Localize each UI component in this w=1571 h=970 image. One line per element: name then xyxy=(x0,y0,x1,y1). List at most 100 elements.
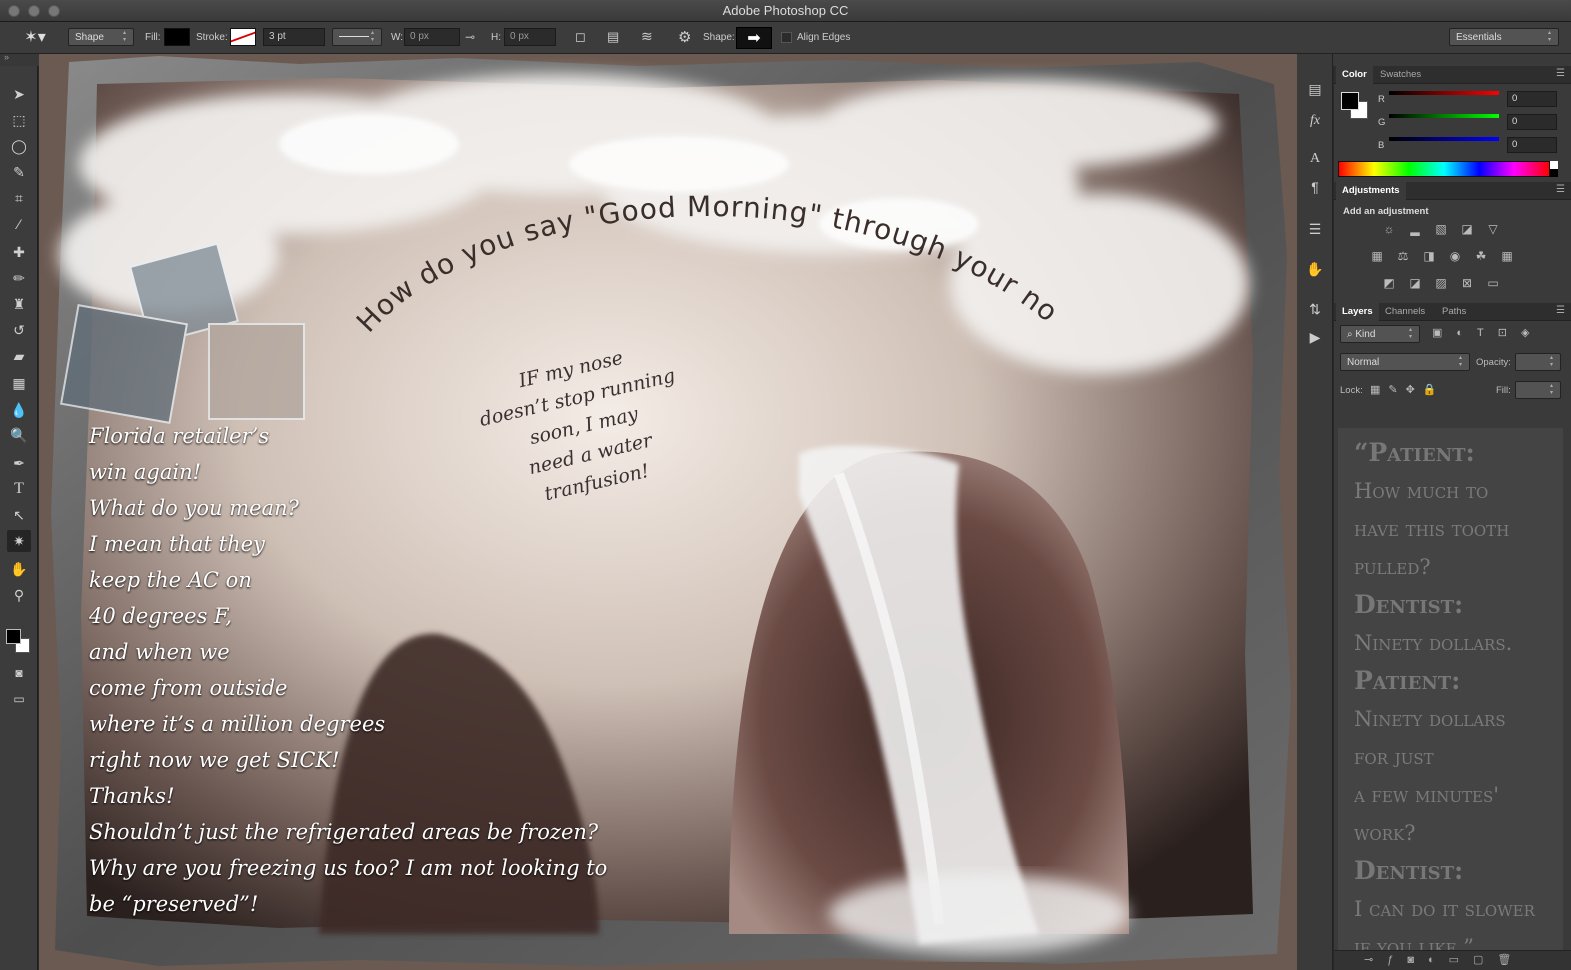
link-icon[interactable]: ⊸ xyxy=(465,30,475,44)
fill-field[interactable] xyxy=(1515,381,1561,399)
curves-icon[interactable]: ▧ xyxy=(1432,222,1450,238)
panel-menu-icon[interactable]: ☰ xyxy=(1556,184,1565,195)
marquee-tool-icon[interactable]: ⬚ xyxy=(7,109,31,131)
brightness-contrast-icon[interactable]: ☼ xyxy=(1380,222,1398,238)
hue-saturation-icon[interactable]: ▦ xyxy=(1368,249,1386,265)
lasso-tool-icon[interactable]: ◯ xyxy=(7,135,31,157)
left-note-line: keep the AC on xyxy=(89,568,252,592)
r-value[interactable]: 0 xyxy=(1507,91,1557,107)
document-canvas[interactable]: How do you say "Good Morning" through yo… xyxy=(39,54,1297,970)
layer-filter-icons[interactable]: ▣◐T⊡◈ xyxy=(1432,326,1543,339)
r-slider[interactable] xyxy=(1389,91,1499,95)
screen-mode-icon[interactable]: ▭ xyxy=(7,688,31,710)
custom-shape-tool-icon[interactable]: ✷ xyxy=(7,530,31,552)
move-tool-icon[interactable]: ➤ xyxy=(7,83,31,105)
channel-mixer-icon[interactable]: ☘ xyxy=(1472,249,1490,265)
styles-panel-icon[interactable]: fx xyxy=(1303,110,1327,132)
black-white-icon[interactable]: ◨ xyxy=(1420,249,1438,265)
layer-preview-line: Patient: xyxy=(1354,666,1461,695)
posterize-icon[interactable]: ◪ xyxy=(1406,276,1424,292)
foreground-color-swatch[interactable] xyxy=(6,629,21,644)
eyedropper-tool-icon[interactable]: ⁄ xyxy=(7,213,31,235)
panel-menu-icon[interactable]: ☰ xyxy=(1556,68,1565,79)
left-note-line: be “preserved”! xyxy=(89,892,259,916)
shape-picker[interactable]: ➡ xyxy=(736,27,772,49)
healing-brush-tool-icon[interactable]: ✚ xyxy=(7,241,31,263)
align-edges-checkbox[interactable] xyxy=(781,32,792,43)
tool-preset-icon[interactable]: ✶▾ xyxy=(20,27,50,47)
layer-kind-filter[interactable]: ⌕ Kind xyxy=(1340,325,1420,343)
b-slider[interactable] xyxy=(1389,137,1499,141)
blend-mode-select[interactable]: Normal xyxy=(1340,353,1470,371)
color-spectrum-bar[interactable] xyxy=(1338,161,1550,177)
clone-source-panel-icon[interactable]: ⇅ xyxy=(1303,298,1327,320)
b-value[interactable]: 0 xyxy=(1507,137,1557,153)
properties-panel-icon[interactable]: ☰ xyxy=(1303,218,1327,240)
collapsed-panel-dock: ▤ fx A ¶ ☰ ✋ ⇅ ▶ xyxy=(1297,54,1333,970)
tab-adjustments[interactable]: Adjustments xyxy=(1336,182,1406,200)
mode-select[interactable]: Shape xyxy=(68,28,134,46)
black-white-chip[interactable] xyxy=(1550,161,1558,177)
gear-icon[interactable]: ⚙ xyxy=(678,28,691,46)
brush-presets-panel-icon[interactable]: ✋ xyxy=(1303,258,1327,280)
levels-icon[interactable]: ▂ xyxy=(1406,222,1424,238)
zoom-tool-icon[interactable]: ⚲ xyxy=(7,584,31,606)
fill-swatch[interactable] xyxy=(164,28,190,46)
tab-swatches[interactable]: Swatches xyxy=(1380,69,1421,80)
stroke-width-field[interactable]: 3 pt xyxy=(263,28,325,46)
layer-actions-icons[interactable]: ⊸ƒ◙◐▭▢🗑 xyxy=(1364,953,1525,966)
eraser-tool-icon[interactable]: ▰ xyxy=(7,345,31,367)
character-panel-icon[interactable]: A xyxy=(1303,148,1327,170)
gradient-map-icon[interactable]: ▭ xyxy=(1484,276,1502,292)
path-select-tool-icon[interactable]: ↖ xyxy=(7,504,31,526)
quick-mask-icon[interactable]: ◙ xyxy=(7,662,31,684)
color-balance-icon[interactable]: ⚖ xyxy=(1394,249,1412,265)
quick-select-tool-icon[interactable]: ✎ xyxy=(7,161,31,183)
invert-icon[interactable]: ◩ xyxy=(1380,276,1398,292)
layers-list[interactable]: “Patient: How much to have this tooth pulle… xyxy=(1338,428,1563,962)
tools-panel: ➤ ⬚ ◯ ✎ ⌗ ⁄ ✚ ✏ ♜ ↺ ▰ ▦ 💧 🔍 ✒ T ↖ ✷ ✋ ⚲ … xyxy=(0,66,38,970)
g-value[interactable]: 0 xyxy=(1507,114,1557,130)
stroke-type-select[interactable] xyxy=(332,28,382,46)
expand-toolbar-icon[interactable]: » xyxy=(4,52,9,62)
fill-label: Fill: xyxy=(145,32,161,43)
crop-tool-icon[interactable]: ⌗ xyxy=(7,187,31,209)
type-tool-icon[interactable]: T xyxy=(7,478,31,500)
clone-stamp-tool-icon[interactable]: ♜ xyxy=(7,293,31,315)
g-slider[interactable] xyxy=(1389,114,1499,118)
blur-tool-icon[interactable]: 💧 xyxy=(7,399,31,421)
tab-channels[interactable]: Channels xyxy=(1385,306,1425,317)
tab-color[interactable]: Color xyxy=(1336,66,1373,84)
history-brush-tool-icon[interactable]: ↺ xyxy=(7,319,31,341)
hand-tool-icon[interactable]: ✋ xyxy=(7,558,31,580)
history-panel-icon[interactable]: ▤ xyxy=(1303,78,1327,100)
workspace-select[interactable]: Essentials xyxy=(1449,28,1559,46)
panel-menu-icon[interactable]: ☰ xyxy=(1556,305,1565,316)
brush-tool-icon[interactable]: ✏ xyxy=(7,267,31,289)
dodge-tool-icon[interactable]: 🔍 xyxy=(7,424,31,446)
photo-filter-icon[interactable]: ◉ xyxy=(1446,249,1464,265)
path-arrangement-icon[interactable]: ≋ xyxy=(641,28,653,45)
color-lookup-icon[interactable]: ▦ xyxy=(1498,249,1516,265)
pen-tool-icon[interactable]: ✒ xyxy=(7,452,31,474)
app-title: Adobe Photoshop CC xyxy=(722,3,849,18)
width-field[interactable]: 0 px xyxy=(404,28,460,46)
path-operations-icon[interactable]: ◻ xyxy=(575,29,586,45)
actions-panel-icon[interactable]: ▶ xyxy=(1303,326,1327,348)
lock-icons[interactable]: ▦✎✥🔒 xyxy=(1370,383,1445,396)
opacity-field[interactable] xyxy=(1515,353,1561,371)
layers-panel-tabs: Layers Channels Paths ☰ xyxy=(1334,303,1571,321)
tab-paths[interactable]: Paths xyxy=(1442,306,1466,317)
tab-layers[interactable]: Layers xyxy=(1336,303,1379,321)
r-label: R xyxy=(1378,94,1385,105)
threshold-icon[interactable]: ▨ xyxy=(1432,276,1450,292)
vibrance-icon[interactable]: ▽ xyxy=(1484,222,1502,238)
selective-color-icon[interactable]: ⊠ xyxy=(1458,276,1476,292)
color-fg-swatch[interactable] xyxy=(1341,92,1359,110)
stroke-swatch[interactable] xyxy=(230,28,256,46)
paragraph-panel-icon[interactable]: ¶ xyxy=(1303,176,1327,198)
height-field[interactable]: 0 px xyxy=(504,28,556,46)
gradient-tool-icon[interactable]: ▦ xyxy=(7,372,31,394)
path-alignment-icon[interactable]: ▤ xyxy=(607,29,619,45)
exposure-icon[interactable]: ◪ xyxy=(1458,222,1476,238)
